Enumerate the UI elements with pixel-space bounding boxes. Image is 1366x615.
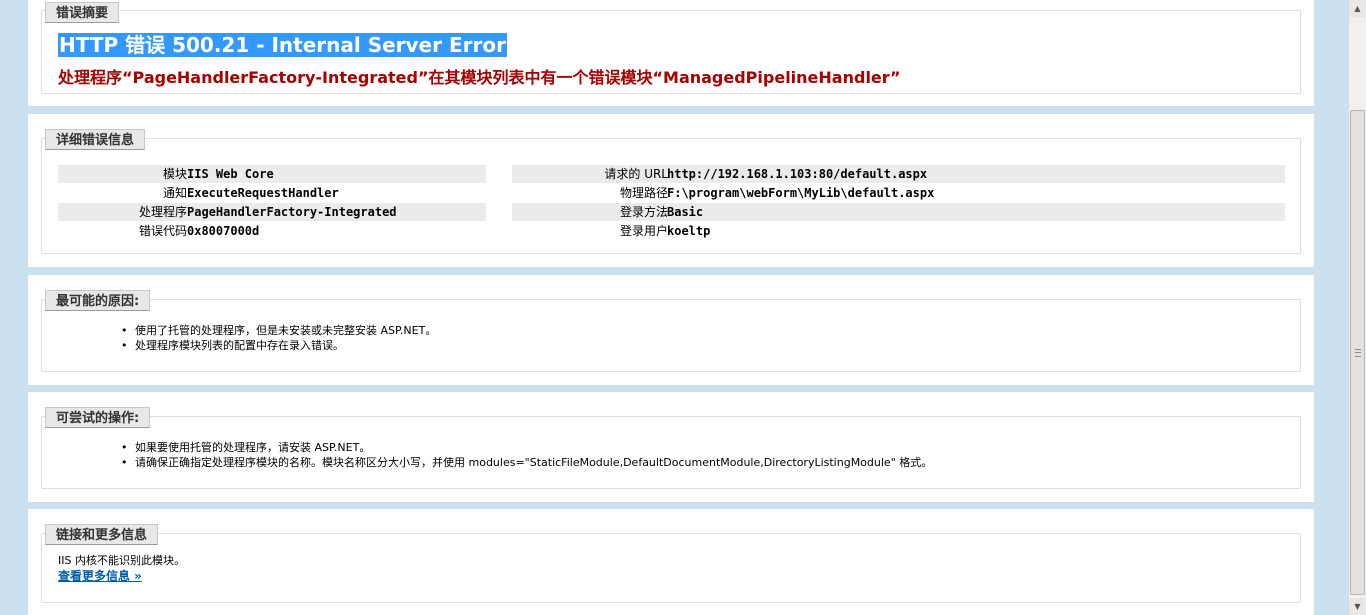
links-box <box>41 533 1301 603</box>
grip-icon <box>1355 349 1361 357</box>
detail-value: koeltp <box>667 224 711 238</box>
scroll-up-arrow-icon[interactable]: ▲ <box>1349 0 1366 17</box>
vertical-scrollbar[interactable]: ▲ ▼ <box>1348 0 1366 615</box>
links-legend: 链接和更多信息 <box>45 524 159 545</box>
detail-value: PageHandlerFactory-Integrated <box>187 205 397 219</box>
list-item: 请确保正确指定处理程序模块的名称。模块名称区分大小写，并使用 modules="… <box>118 455 932 470</box>
detail-label: 通知 <box>162 186 187 200</box>
detail-value: 0x8007000d <box>187 224 260 238</box>
error-summary-panel: 错误摘要 HTTP 错误 500.21 - Internal Server Er… <box>28 0 1314 106</box>
detail-row-request-url: 请求的 URL http://192.168.1.103:80/default.… <box>512 165 1285 183</box>
links-info-text: IIS 内核不能识别此模块。 <box>58 554 185 567</box>
detail-row-notification: 通知 ExecuteRequestHandler <box>58 184 486 202</box>
detail-value: Basic <box>667 205 704 219</box>
detail-value: F:\program\webForm\MyLib\default.aspx <box>667 186 935 200</box>
scrollbar-thumb[interactable] <box>1350 110 1365 595</box>
scroll-down-arrow-icon[interactable]: ▼ <box>1349 598 1366 615</box>
detail-row-logon-method: 登录方法 Basic <box>512 203 1285 221</box>
detailed-info-legend: 详细错误信息 <box>45 129 146 150</box>
list-item: 使用了托管的处理程序，但是未安装或未完整安装 ASP.NET。 <box>118 323 436 338</box>
detail-label: 请求的 URL <box>604 167 668 181</box>
causes-list: 使用了托管的处理程序，但是未安装或未完整安装 ASP.NET。 处理程序模块列表… <box>118 323 436 353</box>
actions-list: 如果要使用托管的处理程序，请安装 ASP.NET。 请确保正确指定处理程序模块的… <box>118 440 932 470</box>
detail-label: 处理程序 <box>138 205 187 219</box>
actions-legend: 可尝试的操作: <box>45 407 151 428</box>
detail-label: 错误代码 <box>138 224 187 238</box>
detail-label: 登录方法 <box>619 205 668 219</box>
detail-value: http://192.168.1.103:80/default.aspx <box>667 167 928 181</box>
error-summary-legend: 错误摘要 <box>45 2 120 23</box>
error-message: 处理程序“PageHandlerFactory-Integrated”在其模块列… <box>58 68 901 87</box>
detail-row-handler: 处理程序 PageHandlerFactory-Integrated <box>58 203 486 221</box>
detail-label: 物理路径 <box>619 186 668 200</box>
detail-row-logon-user: 登录用户 koeltp <box>512 222 1285 240</box>
detail-value: ExecuteRequestHandler <box>187 186 339 200</box>
detail-label: 模块 <box>162 167 187 181</box>
actions-panel: 可尝试的操作: 如果要使用托管的处理程序，请安装 ASP.NET。 请确保正确指… <box>28 392 1314 502</box>
detail-value: IIS Web Core <box>187 167 274 181</box>
list-item: 处理程序模块列表的配置中存在录入错误。 <box>118 338 436 353</box>
error-title[interactable]: HTTP 错误 500.21 - Internal Server Error <box>58 33 507 57</box>
causes-panel: 最可能的原因: 使用了托管的处理程序，但是未安装或未完整安装 ASP.NET。 … <box>28 275 1314 385</box>
detail-row-module: 模块 IIS Web Core <box>58 165 486 183</box>
links-panel: 链接和更多信息 IIS 内核不能识别此模块。 查看更多信息 » <box>28 509 1314 615</box>
detailed-info-panel: 详细错误信息 模块 IIS Web Core 通知 ExecuteRequest… <box>28 114 1314 267</box>
detail-row-error-code: 错误代码 0x8007000d <box>58 222 486 240</box>
causes-legend: 最可能的原因: <box>45 290 151 311</box>
detail-label: 登录用户 <box>619 224 668 238</box>
list-item: 如果要使用托管的处理程序，请安装 ASP.NET。 <box>118 440 932 455</box>
detail-row-physical-path: 物理路径 F:\program\webForm\MyLib\default.as… <box>512 184 1285 202</box>
more-info-link[interactable]: 查看更多信息 » <box>58 567 142 584</box>
